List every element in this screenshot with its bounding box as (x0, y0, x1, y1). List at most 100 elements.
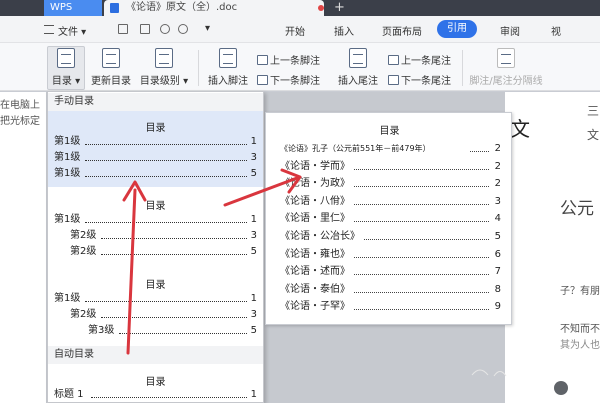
doc-text-fragment: 文 (587, 128, 600, 142)
prev-endnote-label: 上一条尾注 (401, 56, 451, 67)
doc-text-fragment: 不知而不 (560, 324, 600, 335)
note-divider-label: 脚注/尾注分隔线 (469, 76, 543, 87)
doc-file-icon (110, 3, 119, 13)
preview-line-page: 3 (494, 195, 501, 207)
toc-line-label: 第2级 (70, 246, 97, 257)
next-endnote-button[interactable]: 下一条尾注 (388, 72, 451, 87)
preview-line-label: 《论语・雍也》 (280, 248, 350, 260)
endnote-icon (349, 48, 367, 68)
preview-line-page: 2 (494, 160, 501, 172)
toc-style-option-2[interactable]: 目录 第1级 1 第2级 3 第2级 5 (48, 189, 263, 265)
prev-footnote-button[interactable]: 上一条脚注 (257, 52, 320, 67)
toc-leader-dots (101, 245, 247, 255)
document-tab[interactable]: 《论语》原文（全）.doc (104, 0, 324, 16)
ribbon-divider (462, 50, 463, 86)
preview-toc-line: 《论语・学而》 2 (280, 159, 501, 175)
hamburger-icon[interactable] (44, 25, 54, 34)
toc-line-label: 第1级 (54, 293, 81, 304)
insert-endnote-button[interactable]: 插入尾注 (335, 48, 381, 87)
preview-leader-dots (354, 264, 489, 276)
next-footnote-button[interactable]: 下一条脚注 (257, 72, 320, 87)
redo-icon[interactable] (178, 24, 188, 34)
doc-text-fragment: 在电脑上 (0, 100, 40, 111)
scroll-top-button[interactable] (554, 381, 568, 395)
update-toc-icon (102, 48, 120, 68)
doc-heading-fragment: 公元 (560, 199, 594, 219)
toc-level-icon (155, 48, 173, 68)
toc-line-page: 3 (250, 309, 257, 320)
preview-leader-dots (354, 176, 489, 188)
preview-line-label: 《论语》孔子（公元前551年－前479年） (280, 144, 431, 153)
toc-line-label: 第2级 (70, 309, 97, 320)
toc-line-page: 1 (250, 293, 257, 304)
toc-line-page: 5 (250, 168, 257, 179)
preview-toc-title: 目录 (379, 126, 400, 137)
toc-line-page: 1 (250, 389, 257, 400)
doc-text-fragment: 子？有朋 (560, 286, 600, 297)
preview-line-page: 9 (494, 301, 501, 313)
toc-option-line: 第1级 3 (54, 151, 257, 165)
note-divider-button[interactable]: 脚注/尾注分隔线 (466, 48, 546, 87)
toc-option-line: 第3级 5 (88, 324, 257, 338)
toc-button[interactable]: 目录 ▾ (50, 48, 82, 87)
toc-leader-dots (101, 229, 247, 239)
doc-text-fragment: 把光标定 (0, 116, 40, 127)
next-endnote-icon (388, 75, 399, 85)
doc-text-fragment: 三 (587, 104, 600, 118)
preview-line-page: 2 (494, 178, 501, 190)
toc-option-line: 第2级 5 (70, 245, 257, 259)
toc-line-page: 5 (250, 246, 257, 257)
update-toc-button[interactable]: 更新目录 (88, 48, 134, 87)
tab-view[interactable]: 视 (551, 23, 561, 38)
quick-access-more[interactable]: ▾ (205, 23, 210, 34)
toc-level-button[interactable]: 目录级别 ▾ (138, 48, 190, 87)
next-footnote-icon (257, 75, 268, 85)
tab-references[interactable]: 引用 (437, 20, 477, 38)
toc-line-page: 1 (250, 136, 257, 147)
preview-leader-dots (354, 282, 489, 293)
toc-option-title: 目录 (145, 201, 166, 212)
prev-endnote-button[interactable]: 上一条尾注 (388, 52, 451, 67)
print-icon[interactable] (140, 24, 150, 34)
toc-style-option-1[interactable]: 目录 第1级 1 第1级 3 第1级 5 (48, 111, 263, 187)
preview-leader-dots (354, 194, 489, 205)
new-tab-button[interactable]: + (334, 0, 345, 15)
prev-endnote-icon (388, 55, 399, 65)
preview-leader-dots (354, 299, 489, 311)
toc-option-title: 目录 (145, 280, 166, 291)
app-tab-wps[interactable]: WPS (44, 0, 102, 16)
preview-line-label: 《论语・公冶长》 (280, 231, 360, 242)
tab-review[interactable]: 审阅 (500, 23, 520, 38)
preview-line-label: 《论语・子罕》 (280, 301, 350, 313)
toc-line-label: 标题 1 (54, 389, 84, 400)
undo-icon[interactable] (160, 24, 170, 34)
preview-line-page: 2 (494, 143, 501, 154)
toc-option-line: 标题 1 1 (54, 388, 257, 402)
menu-file[interactable]: 文件 ▾ (58, 23, 86, 38)
prev-footnote-label: 上一条脚注 (270, 56, 320, 67)
preview-toc-line: 《论语・泰伯》 8 (280, 282, 501, 298)
menu-file-label: 文件 (58, 27, 78, 38)
toc-style-option-3[interactable]: 目录 第1级 1 第2级 3 第3级 5 (48, 266, 263, 346)
preview-line-label: 《论语・述而》 (280, 266, 350, 278)
tab-home[interactable]: 开始 (285, 23, 305, 38)
toc-line-page: 3 (250, 230, 257, 241)
doc-text-fragment: 其为人也 (560, 340, 600, 351)
document-toc-preview: 目录 《论语》孔子（公元前551年－前479年） 2 《论语・学而》 2 《论语・为政》… (265, 112, 512, 325)
toc-line-page: 5 (250, 325, 257, 336)
tab-insert[interactable]: 插入 (334, 23, 354, 38)
toc-option-line: 第1级 5 (54, 167, 257, 181)
toc-option-line: 第2级 3 (70, 308, 257, 322)
menu-bar: 文件 ▾ ▾ 开始 插入 页面布局 引用 审阅 视 (0, 16, 600, 43)
tab-page-layout[interactable]: 页面布局 (382, 23, 422, 38)
preview-toc-line: 《论语・八佾》 3 (280, 194, 501, 210)
preview-toc-line: 《论语》孔子（公元前551年－前479年） 2 (280, 141, 501, 157)
preview-leader-dots (354, 211, 489, 223)
preview-leader-dots (364, 229, 489, 240)
preview-line-label: 《论语・学而》 (280, 160, 350, 172)
toc-line-label: 第1级 (54, 152, 81, 163)
insert-footnote-button[interactable]: 插入脚注 (205, 48, 251, 87)
toc-style-auto-option[interactable]: 目录 标题 1 1 (48, 364, 263, 402)
preview-leader-dots (470, 141, 489, 152)
save-icon[interactable] (118, 24, 128, 34)
